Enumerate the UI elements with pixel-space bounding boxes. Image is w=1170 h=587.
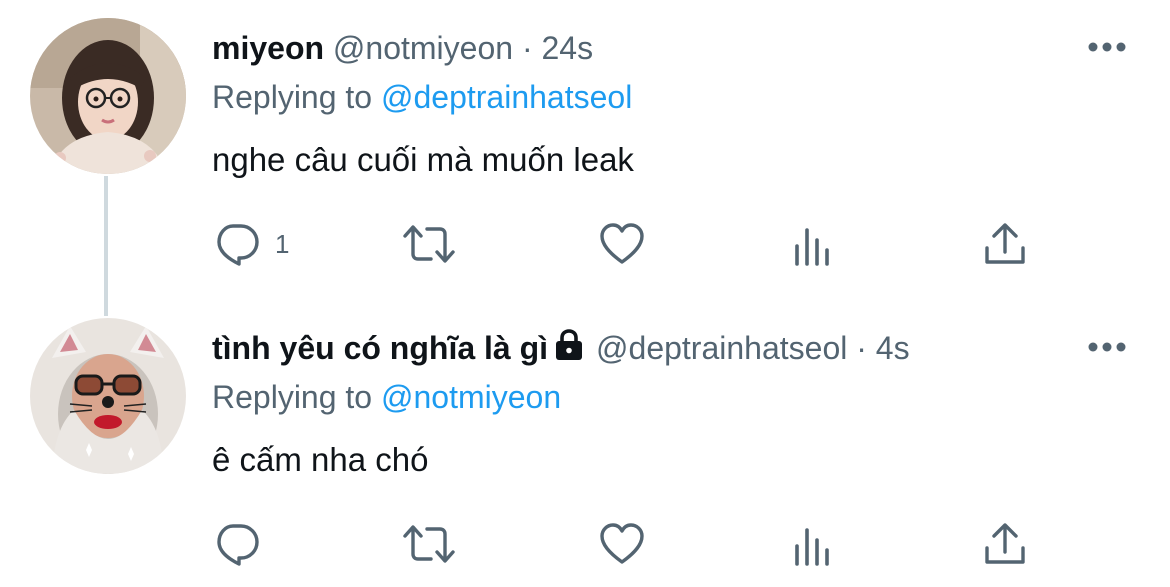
- separator: ·: [856, 330, 867, 366]
- more-horizontal-icon[interactable]: [1087, 341, 1127, 353]
- reply-icon: [217, 524, 259, 566]
- share-icon: [985, 223, 1025, 264]
- replying-prefix: Replying to: [212, 379, 373, 415]
- like-button[interactable]: [598, 519, 646, 569]
- reply-button[interactable]: 1: [213, 219, 289, 269]
- more-horizontal-icon[interactable]: [1087, 41, 1127, 53]
- display-name[interactable]: miyeon: [212, 30, 324, 66]
- views-button[interactable]: [793, 519, 833, 569]
- lock-icon: [556, 329, 583, 360]
- replying-to: Replying to @deptrainhatseol: [212, 77, 632, 117]
- share-button[interactable]: [983, 219, 1027, 269]
- timestamp[interactable]: 24s: [541, 30, 593, 66]
- reply-count: 1: [275, 228, 290, 259]
- reply-button[interactable]: [213, 519, 275, 569]
- share-button[interactable]: [983, 519, 1027, 569]
- heart-icon: [600, 523, 644, 564]
- tweet-actions: 1: [0, 219, 1170, 269]
- tweet-header: tình yêu có nghĩa là gì @deptrainhatseol…: [212, 328, 910, 368]
- tweet-text: ê cấm nha chó: [212, 441, 429, 478]
- like-button[interactable]: [598, 219, 646, 269]
- retweet-button[interactable]: [401, 219, 457, 269]
- analytics-icon: [795, 528, 829, 566]
- avatar-miyeon[interactable]: [30, 18, 186, 174]
- separator: ·: [521, 30, 533, 66]
- tweet-text: nghe câu cuối mà muốn leak: [212, 141, 634, 178]
- username[interactable]: @deptrainhatseol: [596, 330, 847, 366]
- views-button[interactable]: [793, 219, 833, 269]
- tweet-header: miyeon @notmiyeon · 24s: [212, 28, 593, 68]
- replying-to: Replying to @notmiyeon: [212, 377, 561, 417]
- retweet-button[interactable]: [401, 519, 457, 569]
- avatar-deptrainhatseol[interactable]: [30, 318, 186, 474]
- share-icon: [985, 523, 1025, 564]
- replying-to-link[interactable]: @notmiyeon: [381, 379, 561, 415]
- analytics-icon: [795, 228, 829, 266]
- tweet-actions: [0, 519, 1170, 569]
- replying-to-link[interactable]: @deptrainhatseol: [381, 79, 632, 115]
- username[interactable]: @notmiyeon: [333, 30, 513, 66]
- heart-icon: [600, 223, 644, 264]
- reply-icon: [217, 224, 259, 266]
- timestamp[interactable]: 4s: [876, 330, 910, 366]
- retweet-icon: [403, 525, 455, 563]
- retweet-icon: [403, 225, 455, 263]
- replying-prefix: Replying to: [212, 79, 373, 115]
- display-name[interactable]: tình yêu có nghĩa là gì: [212, 330, 548, 366]
